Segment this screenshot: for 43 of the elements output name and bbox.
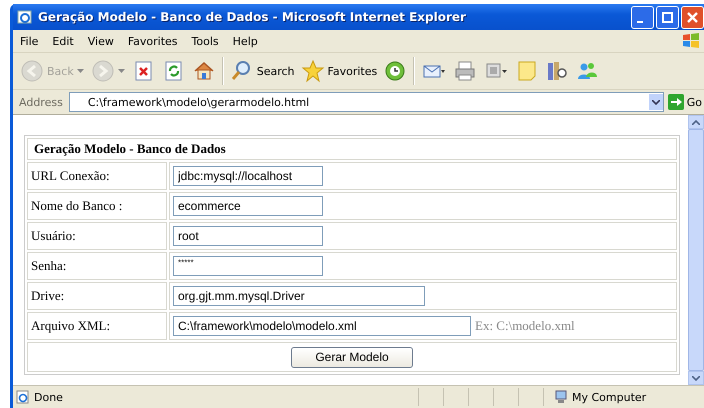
field-label: Senha: (27, 252, 167, 280)
window-title: Geração Modelo - Banco de Dados - Microsoft Internet Explorer (38, 10, 467, 24)
close-icon (687, 12, 698, 22)
menu-item[interactable]: Tools (184, 34, 226, 48)
submit-button[interactable]: Gerar Modelo (291, 346, 413, 368)
dropdown-caret-icon[interactable] (118, 69, 125, 73)
text-field[interactable]: jdbc:mysql://localhost (173, 166, 323, 186)
text-field[interactable]: org.gjt.mm.mysql.Driver (173, 286, 425, 306)
scrollbar[interactable] (688, 115, 704, 385)
minimize-icon (637, 21, 643, 23)
go-button[interactable]: Go (664, 94, 704, 110)
field-label: Nome do Banco : (27, 192, 167, 220)
browser-icon (17, 9, 33, 25)
form-title: Geração Modelo - Banco de Dados (27, 138, 677, 160)
maximize-icon (662, 12, 673, 22)
text-field[interactable]: ecommerce (173, 196, 323, 216)
field-label: Usuário: (27, 222, 167, 250)
maximize-button[interactable] (656, 6, 679, 28)
menu-item[interactable]: Help (226, 34, 265, 48)
hint-text: Ex: C:\modelo.xml (475, 318, 575, 333)
text-field[interactable]: C:\framework\modelo\modelo.xml (173, 316, 471, 336)
address-label: Address (18, 96, 64, 108)
minimize-button[interactable] (631, 6, 654, 28)
menu-item[interactable]: Favorites (120, 34, 185, 48)
favorites-button[interactable]: Favorites (298, 57, 380, 85)
windows-logo-icon (680, 31, 702, 51)
computer-icon (554, 390, 568, 404)
password-field[interactable]: ***** (173, 256, 323, 276)
status-text: Done (34, 390, 63, 404)
menu-item[interactable]: View (80, 34, 121, 48)
close-button[interactable] (681, 6, 704, 28)
star-icon (300, 59, 325, 83)
menu-item[interactable]: Edit (45, 34, 81, 48)
page-icon (16, 390, 30, 404)
search-button[interactable]: Search (226, 57, 298, 85)
dropdown-caret-icon[interactable] (76, 69, 84, 73)
field-label: Drive: (27, 282, 167, 310)
field-label: URL Conexão: (27, 162, 167, 190)
zone-text: My Computer (572, 390, 646, 404)
address-field[interactable]: C:\framework\modelo\gerarmodelo.html (68, 92, 664, 112)
menu-item[interactable]: File (13, 34, 46, 48)
text-field[interactable]: root (173, 226, 323, 246)
field-label: Arquivo XML: (27, 312, 167, 340)
